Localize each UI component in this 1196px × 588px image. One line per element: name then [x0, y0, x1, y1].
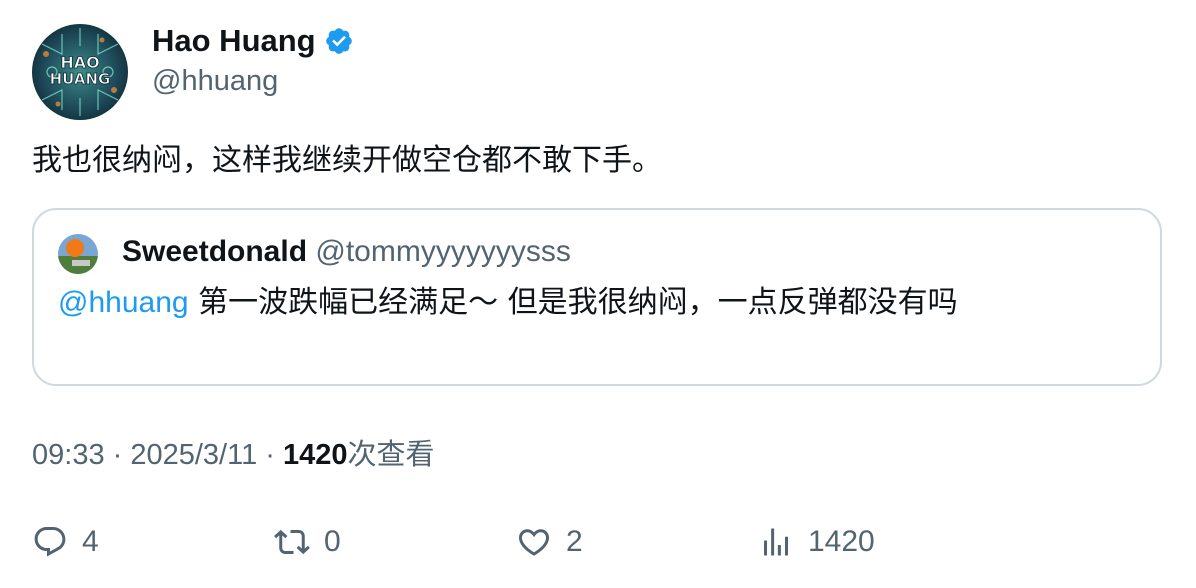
- like-count: 2: [566, 525, 583, 558]
- author-avatar[interactable]: HAO HUANG: [32, 24, 128, 120]
- quote-author-avatar: [58, 234, 98, 274]
- meta-separator: ·: [257, 439, 284, 471]
- author-avatar-image: HAO HUANG: [32, 24, 128, 120]
- tweet-meta: 09:33 · 2025/3/11 · 1420次查看: [32, 434, 435, 475]
- quoted-tweet-card[interactable]: Sweetdonald @tommyyyyyyysss @hhuang 第一波跌…: [32, 208, 1162, 386]
- reply-button[interactable]: 4: [32, 520, 99, 564]
- repost-button[interactable]: 0: [274, 520, 341, 564]
- quote-author-handle: @tommyyyyyyysss: [315, 235, 571, 268]
- views-count: 1420: [283, 439, 348, 471]
- reply-count: 4: [82, 525, 99, 558]
- avatar-text-line2: HUANG: [50, 70, 111, 88]
- reply-icon: [34, 527, 66, 557]
- author-display-name[interactable]: Hao Huang: [152, 22, 316, 60]
- analytics-icon: [764, 528, 788, 556]
- repost-count: 0: [324, 525, 341, 558]
- views-label: 次查看: [347, 437, 435, 471]
- quote-author-name: Sweetdonald: [122, 235, 308, 268]
- verified-badge-icon[interactable]: [324, 26, 354, 56]
- quote-mention-link[interactable]: @hhuang: [58, 286, 189, 319]
- author-handle[interactable]: @hhuang: [152, 62, 278, 100]
- like-button[interactable]: 2: [516, 520, 583, 564]
- author-name-row[interactable]: Hao Huang: [152, 22, 354, 60]
- tweet-time[interactable]: 09:33: [32, 439, 105, 471]
- quote-text: 第一波跌幅已经满足～ 但是我很纳闷，一点反弹都没有吗: [188, 285, 958, 320]
- quote-text-row: @hhuang 第一波跌幅已经满足～ 但是我很纳闷，一点反弹都没有吗: [58, 282, 958, 324]
- views-action-count: 1420: [808, 525, 875, 558]
- repost-icon: [274, 529, 310, 555]
- quote-header: Sweetdonald @tommyyyyyyysss: [122, 232, 571, 272]
- views-button[interactable]: 1420: [758, 520, 875, 564]
- action-bar: 4 0 2 1420: [0, 520, 1196, 564]
- tweet-date[interactable]: 2025/3/11: [130, 439, 257, 471]
- heart-icon: [518, 529, 550, 556]
- tweet-text: 我也很纳闷，这样我继续开做空仓都不敢下手。: [32, 143, 662, 178]
- meta-separator: ·: [104, 439, 131, 471]
